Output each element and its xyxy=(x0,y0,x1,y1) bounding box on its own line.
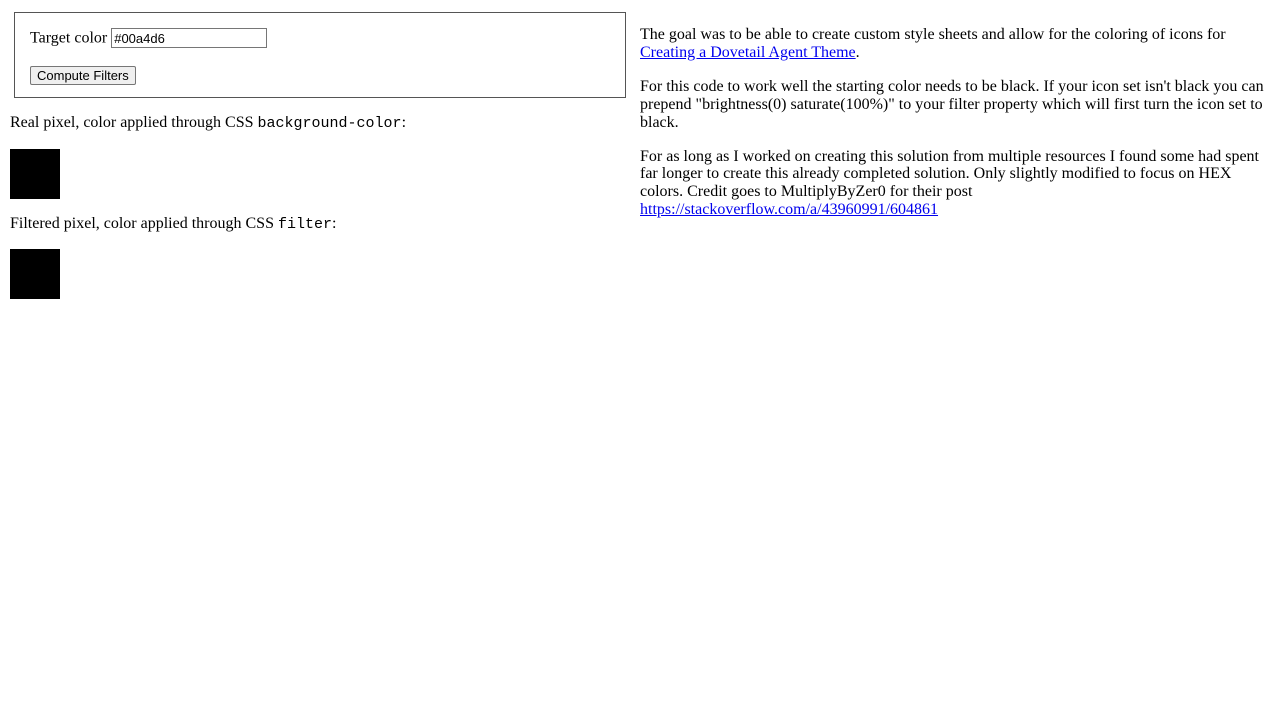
paragraph-goal: The goal was to be able to create custom… xyxy=(640,26,1266,62)
p1-prefix: The goal was to be able to create custom… xyxy=(640,26,1226,43)
real-pixel-text-prefix: Real pixel, color applied through CSS xyxy=(10,114,258,131)
real-pixel-label: Real pixel, color applied through CSS ba… xyxy=(10,114,630,133)
stackoverflow-link[interactable]: https://stackoverflow.com/a/43960991/604… xyxy=(640,201,938,218)
filtered-pixel-text-prefix: Filtered pixel, color applied through CS… xyxy=(10,215,278,232)
target-color-label: Target color xyxy=(30,30,107,47)
filtered-pixel-label: Filtered pixel, color applied through CS… xyxy=(10,215,630,234)
compute-form: Target color Compute Filters xyxy=(14,12,626,98)
filtered-pixel-text-suffix: : xyxy=(332,215,336,232)
p1-suffix: . xyxy=(856,44,860,61)
right-column: The goal was to be able to create custom… xyxy=(630,10,1270,315)
p3-prefix: For as long as I worked on creating this… xyxy=(640,148,1259,201)
target-color-input[interactable] xyxy=(111,28,267,48)
real-pixel-code: background-color xyxy=(258,115,402,132)
compute-filters-button[interactable]: Compute Filters xyxy=(30,66,136,85)
paragraph-credit: For as long as I worked on creating this… xyxy=(640,148,1266,220)
left-column: Target color Compute Filters Real pixel,… xyxy=(0,10,630,315)
filtered-pixel-swatch xyxy=(10,249,60,299)
paragraph-starting-color: For this code to work well the starting … xyxy=(640,78,1266,132)
real-pixel-swatch xyxy=(10,149,60,199)
real-pixel-text-suffix: : xyxy=(402,114,406,131)
dovetail-theme-link[interactable]: Creating a Dovetail Agent Theme xyxy=(640,44,856,61)
filtered-pixel-code: filter xyxy=(278,216,332,233)
